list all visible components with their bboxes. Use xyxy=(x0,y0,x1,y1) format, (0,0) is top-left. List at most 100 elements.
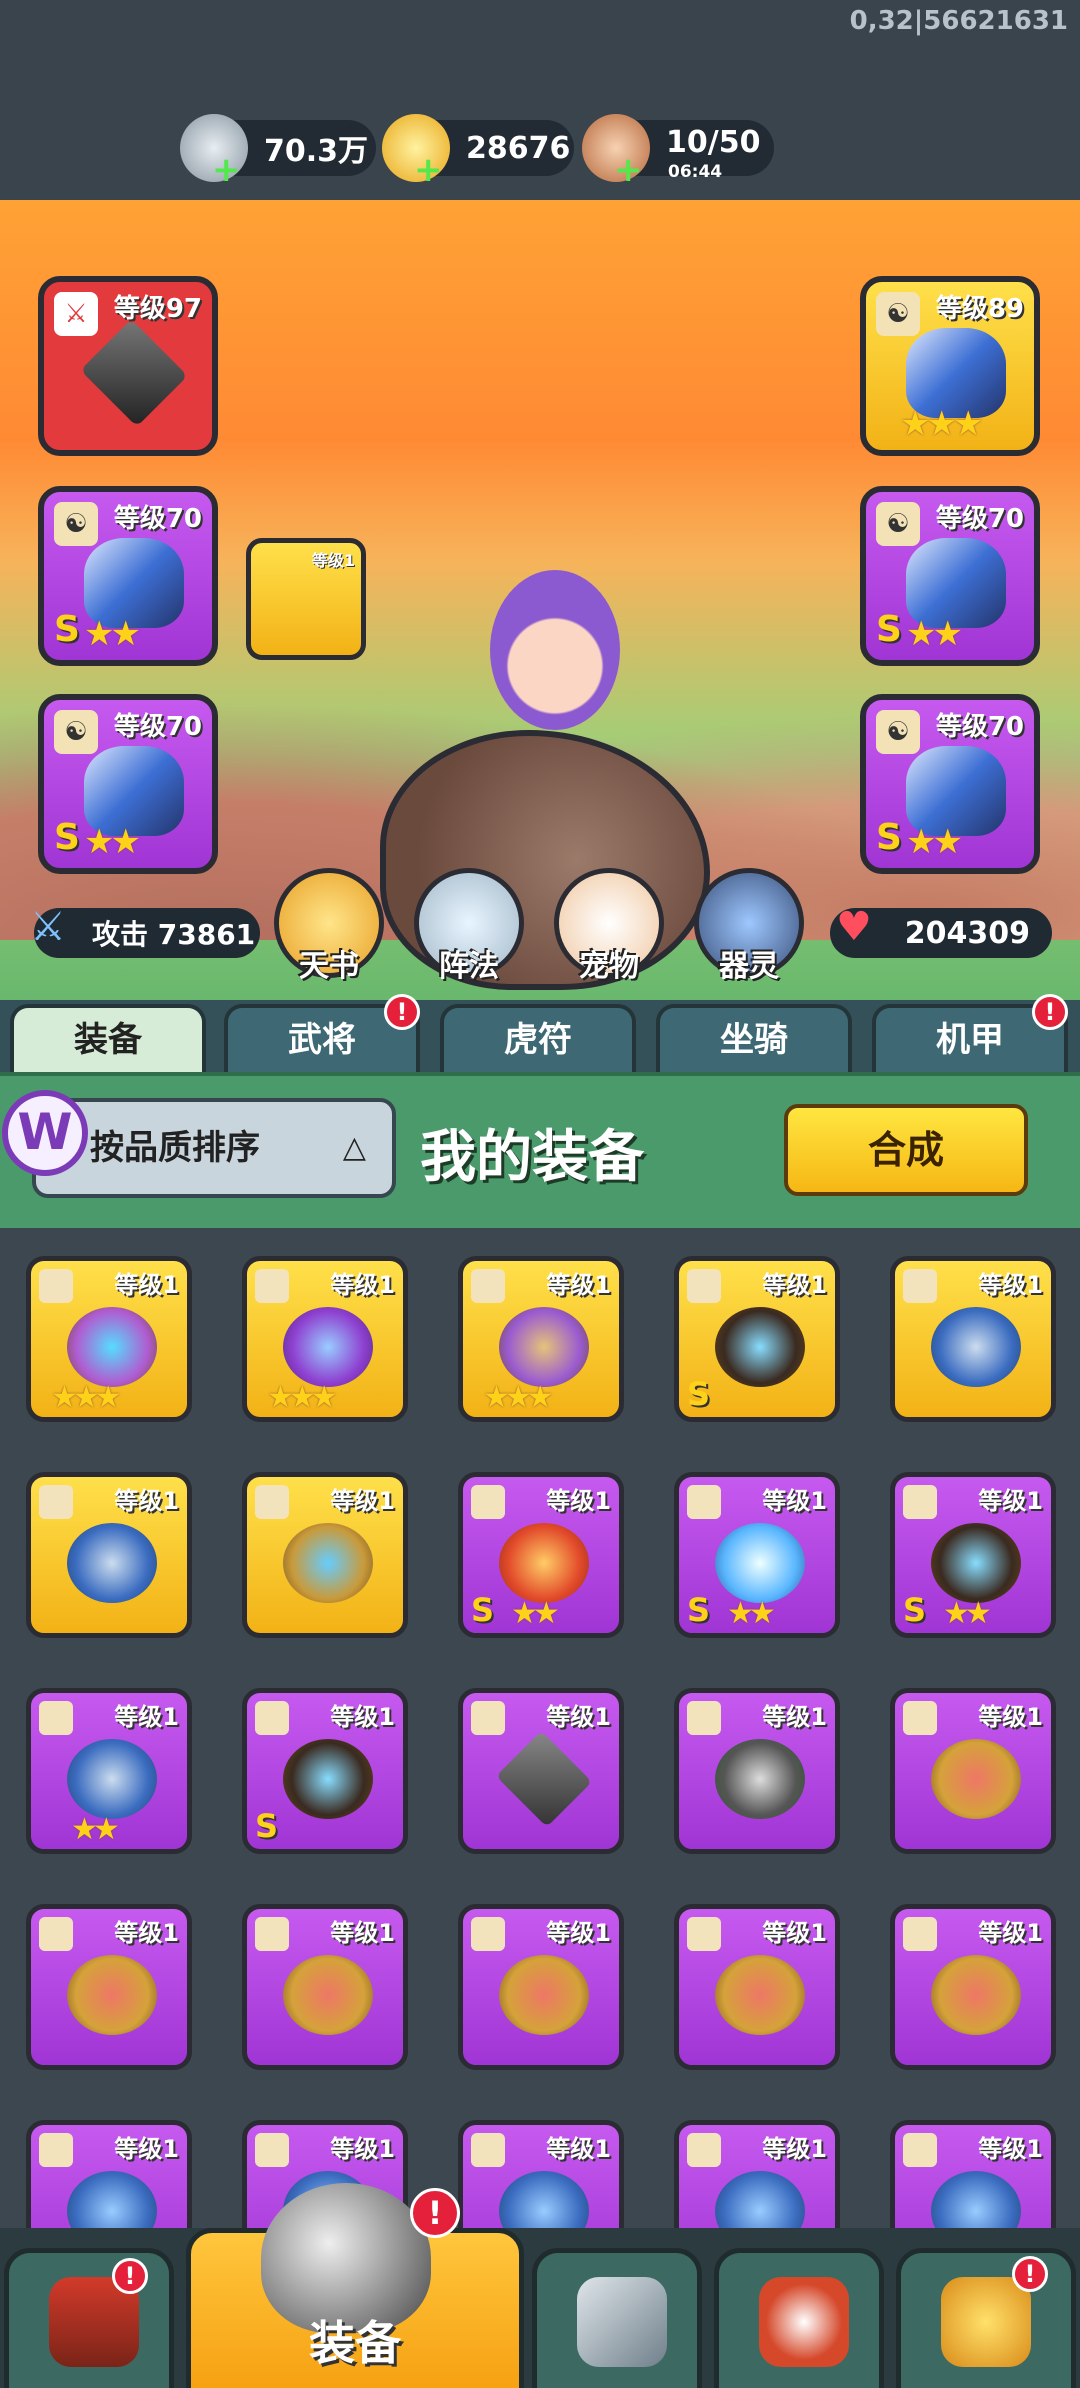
yinyang-badge-icon: ☯ xyxy=(876,502,920,546)
tianshu-button[interactable]: 天书 xyxy=(274,868,384,984)
equipment-item[interactable]: 等级1 xyxy=(242,1472,408,1638)
helmet-tag-icon xyxy=(903,1269,937,1303)
weapon-slot[interactable]: ⚔ 等级97 xyxy=(38,276,218,456)
armor-slot-right-1[interactable]: ☯ 等级89 ★★★ xyxy=(860,276,1040,456)
star-rating: ★★ xyxy=(943,1596,992,1631)
equipment-item[interactable]: 等级1 xyxy=(674,2120,840,2228)
item-level: 等级1 xyxy=(114,1919,179,1947)
gold-value: 28676 xyxy=(466,130,571,166)
armor-slot-left-2[interactable]: ☯ 等级70 S ★★ xyxy=(38,694,218,874)
nav-equipment-button[interactable]: 装备 xyxy=(186,2183,524,2388)
armor-slot-left-1[interactable]: ☯ 等级70 S ★★ xyxy=(38,486,218,666)
equipment-item[interactable]: 等级1 xyxy=(674,1688,840,1854)
slot-level: 等级89 xyxy=(935,294,1024,324)
weapon-spirit-button[interactable]: 器灵 xyxy=(694,868,804,984)
item-level: 等级1 xyxy=(762,1919,827,1947)
equipment-item[interactable]: 等级1 xyxy=(458,1904,624,2070)
equipment-item[interactable]: 等级1 S ★★ xyxy=(674,1472,840,1638)
mecha-alert-badge: ! xyxy=(1032,994,1068,1030)
silver-counter[interactable]: 70.3万 + xyxy=(180,114,376,190)
equipment-item[interactable]: 等级1 xyxy=(26,1472,192,1638)
heart-icon: ♥ xyxy=(836,904,872,950)
formation-button[interactable]: 阵法 xyxy=(414,868,524,984)
equipment-item[interactable]: 等级1 ★★ xyxy=(26,1688,192,1854)
tab-mounts[interactable]: 坐骑 xyxy=(656,1004,852,1074)
slot-level: 等级70 xyxy=(113,504,202,534)
grade-badge: S xyxy=(54,609,80,650)
star-rating: ★★ xyxy=(906,614,963,654)
fire-weapon-icon xyxy=(499,1523,589,1603)
tab-tiger-tally[interactable]: 虎符 xyxy=(440,1004,636,1074)
amulet-icon xyxy=(931,1739,1021,1819)
skill-label: 器灵 xyxy=(719,949,779,984)
yinyang-badge-icon: ☯ xyxy=(54,710,98,754)
necklace-tag-icon xyxy=(903,1917,937,1951)
necklace-tag-icon xyxy=(39,2133,73,2167)
necklace-tag-icon xyxy=(687,2133,721,2167)
ice-sword-icon xyxy=(715,1523,805,1603)
sort-dropdown[interactable]: 按品质排序 △ xyxy=(32,1098,396,1198)
merge-button[interactable]: 合成 xyxy=(784,1104,1028,1196)
equipment-item[interactable]: 等级1 xyxy=(890,1904,1056,2070)
nav-home-button[interactable] xyxy=(4,2248,174,2388)
armor-slot-right-3[interactable]: ☯ 等级70 S ★★ xyxy=(860,694,1040,874)
nav-power-button[interactable] xyxy=(896,2248,1076,2388)
equipment-item[interactable]: 等级1 xyxy=(890,2120,1056,2228)
slot-level: 等级97 xyxy=(113,294,202,324)
hp-value: 204309 xyxy=(904,915,1030,951)
gold-counter[interactable]: 28676 + xyxy=(382,114,574,190)
equipment-item[interactable]: 等级1 ★★★ xyxy=(242,1256,408,1422)
power-up-badge: ! xyxy=(1012,2256,1048,2292)
w-logo-icon: W xyxy=(2,1090,88,1176)
item-level: 等级1 xyxy=(978,1703,1043,1731)
skill-label: 阵法 xyxy=(439,949,499,984)
equipment-item[interactable]: 等级1 S xyxy=(674,1256,840,1422)
equipment-item[interactable]: 等级1 xyxy=(26,2120,192,2228)
equipment-item[interactable]: 等级1 xyxy=(890,1256,1056,1422)
armor-slot-right-2[interactable]: ☯ 等级70 S ★★ xyxy=(860,486,1040,666)
item-level: 等级1 xyxy=(114,2135,179,2163)
sword-tag-icon xyxy=(687,1485,721,1519)
sword-tag-icon xyxy=(471,1701,505,1735)
grade-badge: S xyxy=(903,1591,927,1629)
attack-stat: 攻击 73861 xyxy=(34,908,260,958)
amulet-icon xyxy=(67,1955,157,2035)
stamina-value: 10/50 xyxy=(666,124,761,160)
pet-button[interactable]: 宠物 xyxy=(554,868,664,984)
sword-icon: ⚔ xyxy=(30,904,66,950)
equipment-item[interactable]: 等级1 xyxy=(674,1904,840,2070)
sword-tag-icon xyxy=(903,1485,937,1519)
nav-upgrade-button[interactable] xyxy=(714,2248,884,2388)
add-gold-icon[interactable]: + xyxy=(414,150,443,190)
equipment-item[interactable]: 等级1 xyxy=(242,1904,408,2070)
yinyang-badge-icon: ☯ xyxy=(876,292,920,336)
triangle-up-icon: △ xyxy=(342,1130,366,1165)
equipment-item[interactable]: 等级1 xyxy=(890,1688,1056,1854)
blue-amulet-icon xyxy=(499,2171,589,2228)
blue-amulet-icon xyxy=(715,2171,805,2228)
tab-equipment[interactable]: 装备 xyxy=(10,1004,206,1074)
boots-icon xyxy=(499,1307,589,1387)
add-stamina-icon[interactable]: + xyxy=(614,150,643,190)
top-hud: 0,32|56621631 70.3万 + 28676 + 10/50 06:4… xyxy=(0,0,1080,200)
equipment-item[interactable]: 等级1 xyxy=(26,1904,192,2070)
nav-battle-button[interactable] xyxy=(532,2248,702,2388)
page-title: 我的装备 xyxy=(420,1125,644,1190)
amulet-icon xyxy=(283,1955,373,2035)
equipment-item[interactable]: 等级1 S xyxy=(242,1688,408,1854)
necklace-tag-icon xyxy=(471,1917,505,1951)
equipment-item[interactable]: 等级1 xyxy=(458,1688,624,1854)
amulet-icon xyxy=(931,1955,1021,2035)
equipment-item[interactable]: 等级1 S ★★ xyxy=(890,1472,1056,1638)
stamina-counter[interactable]: 10/50 06:44 + xyxy=(582,114,774,190)
equipment-item[interactable]: 等级1 xyxy=(458,2120,624,2228)
hero-on-boar[interactable] xyxy=(340,560,740,1020)
item-level: 等级1 xyxy=(546,1487,611,1515)
belt-tag-icon xyxy=(255,1485,289,1519)
equipment-item[interactable]: 等级1 ★★★ xyxy=(26,1256,192,1422)
equipment-item[interactable]: 等级1 ★★★ xyxy=(458,1256,624,1422)
slot-level: 等级70 xyxy=(113,712,202,742)
equipment-item[interactable]: 等级1 S ★★ xyxy=(458,1472,624,1638)
add-silver-icon[interactable]: + xyxy=(212,150,241,190)
amulet-icon xyxy=(67,1307,157,1387)
